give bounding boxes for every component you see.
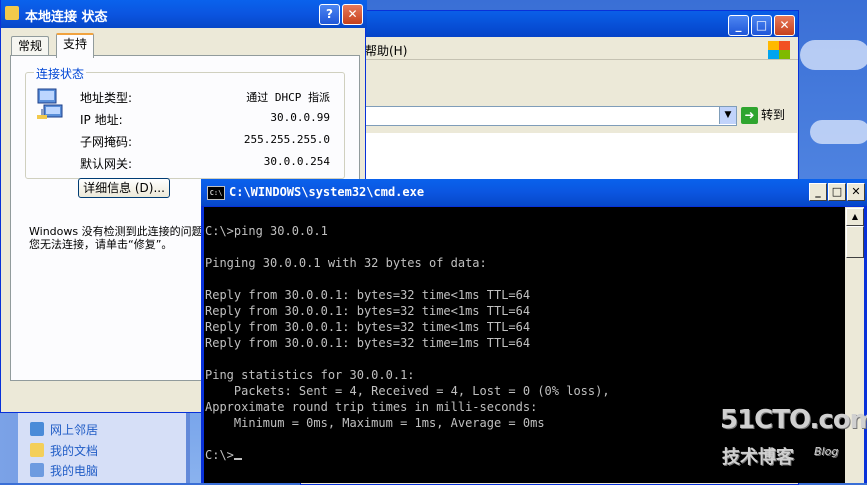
menu-bar: 帮助(H) [301, 38, 798, 60]
console-line: Reply from 30.0.0.1: bytes=32 time=1ms T… [205, 336, 531, 350]
status-row-default-gateway: 默认网关: 30.0.0.254 [80, 155, 330, 171]
dialog-title: 本地连接 状态 [25, 10, 108, 25]
task-my-computer[interactable]: 我的电脑 [30, 462, 98, 479]
network-places-icon [30, 422, 44, 436]
maximize-button[interactable]: □ [751, 15, 772, 36]
task-network-places[interactable]: 网上邻居 [30, 421, 98, 438]
help-button[interactable]: ? [319, 4, 340, 25]
console-line: Pinging 30.0.0.1 with 32 bytes of data: [205, 256, 487, 270]
close-button[interactable]: ✕ [342, 4, 363, 25]
menu-help[interactable]: 帮助(H) [365, 42, 407, 59]
maximize-button[interactable]: □ [828, 183, 846, 201]
address-dropdown-icon[interactable]: ▼ [719, 107, 736, 124]
row-value: 30.0.0.254 [263, 155, 330, 168]
row-label: 子网掩码: [80, 135, 133, 149]
row-value: 通过 DHCP 指派 [246, 91, 330, 104]
console-line: Packets: Sent = 4, Received = 4, Lost = … [205, 384, 610, 398]
network-connection-icon [37, 88, 63, 119]
task-pane: 网上邻居 我的文档 我的电脑 [0, 412, 190, 483]
go-button[interactable]: ➜ 转到 [741, 106, 785, 124]
scroll-thumb[interactable] [846, 226, 864, 258]
row-label: IP 地址: [80, 113, 123, 127]
group-title: 连接状态 [34, 65, 87, 82]
tab-general[interactable]: 常规 [11, 36, 50, 56]
go-arrow-icon: ➜ [741, 107, 758, 124]
row-label: 默认网关: [80, 157, 133, 171]
desktop-cloud [800, 40, 867, 70]
close-button[interactable]: ✕ [774, 15, 795, 36]
row-value: 255.255.255.0 [243, 133, 330, 146]
console-line: C:\>ping 30.0.0.1 [205, 224, 328, 238]
windows-logo-icon [768, 41, 790, 59]
status-row-address-type: 地址类型: 通过 DHCP 指派 [80, 89, 330, 105]
watermark-site: 51CTO.com [720, 405, 867, 435]
task-label: 网上邻居 [50, 423, 99, 437]
status-row-subnet-mask: 子网掩码: 255.255.255.0 [80, 133, 330, 149]
row-label: 地址类型: [80, 91, 133, 105]
scroll-up-icon[interactable]: ▲ [846, 208, 864, 226]
console-line: C:\> [205, 447, 242, 463]
cmd-title: C:\WINDOWS\system32\cmd.exe [229, 185, 425, 199]
status-row-ip-address: IP 地址: 30.0.0.99 [80, 111, 330, 127]
watermark-sub: 技术博客 [722, 447, 794, 468]
cmd-titlebar: C:\ C:\WINDOWS\system32\cmd.exe [201, 179, 867, 206]
task-label: 我的文档 [50, 444, 99, 458]
row-value: 30.0.0.99 [270, 111, 330, 124]
connection-status-group: 连接状态 地址类型: 通过 DHCP 指派 IP 地址: 30.0.0.99 子… [25, 65, 345, 179]
network-connection-icon [5, 6, 19, 20]
cmd-icon: C:\ [207, 186, 225, 200]
dialog-titlebar: 本地连接 状态 [1, 0, 367, 28]
watermark-blog: Blog [814, 445, 839, 458]
folder-icon [30, 443, 44, 457]
address-bar[interactable] [365, 106, 737, 126]
tab-support[interactable]: 支持 [56, 33, 95, 58]
details-button[interactable]: 详细信息 (D)... [78, 178, 170, 198]
go-label: 转到 [761, 108, 786, 122]
desktop-cloud [810, 120, 867, 144]
computer-icon [30, 463, 44, 477]
console-line: Minimum = 0ms, Maximum = 1ms, Average = … [205, 416, 545, 430]
watermark: 51CTO.com 技术博客 Blog [720, 405, 867, 470]
task-label: 我的电脑 [50, 464, 99, 478]
minimize-button[interactable]: _ [809, 183, 827, 201]
task-my-documents[interactable]: 我的文档 [30, 442, 98, 459]
close-button[interactable]: ✕ [847, 183, 865, 201]
console-line: Reply from 30.0.0.1: bytes=32 time<1ms T… [205, 288, 531, 302]
explorer-titlebar [301, 11, 798, 37]
other-places-panel: 网上邻居 我的文档 我的电脑 [18, 412, 186, 483]
console-line: Ping statistics for 30.0.0.1: [205, 368, 415, 382]
console-line: Reply from 30.0.0.1: bytes=32 time<1ms T… [205, 320, 531, 334]
text-cursor [233, 458, 242, 460]
minimize-button[interactable]: _ [728, 15, 749, 36]
console-line: Reply from 30.0.0.1: bytes=32 time<1ms T… [205, 304, 531, 318]
console-line: Approximate round trip times in milli-se… [205, 400, 538, 414]
